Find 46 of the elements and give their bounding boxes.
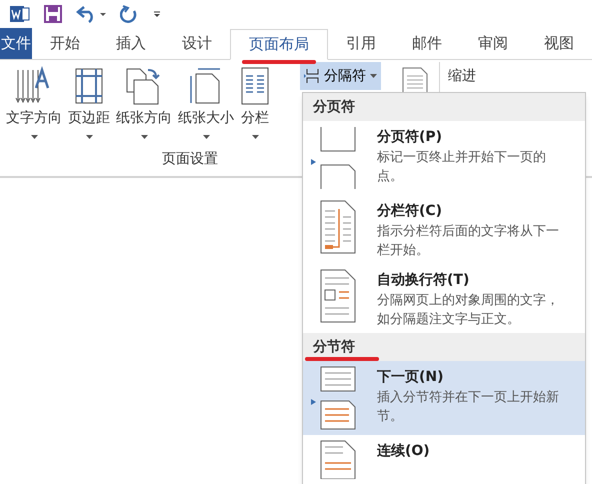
columns-icon xyxy=(240,66,270,106)
menu-item[interactable]: 分页符(P) 标记一页终止并开始下一页的点。 xyxy=(303,121,585,195)
caret-icon xyxy=(252,135,258,139)
menu-section-header: 分节符 xyxy=(303,333,585,361)
caret-icon xyxy=(86,135,92,139)
menu-item-title: 分栏符(C) xyxy=(377,202,444,221)
caret-icon xyxy=(370,74,377,78)
menu-item[interactable]: 下一页(N) 插入分节符并在下一页上开始新节。 xyxy=(303,361,585,435)
ribbon-button[interactable]: 纸张方向 xyxy=(114,66,174,139)
ribbon-tab[interactable]: 审阅 xyxy=(460,28,526,59)
menu-item-description: 分隔网页上的对象周围的文字，如分隔题注文字与正文。 xyxy=(377,292,560,329)
ribbon-tab[interactable]: 邮件 xyxy=(394,28,460,59)
menu-item-description: 标记一页终止并开始下一页的点。 xyxy=(377,149,547,186)
caret-icon xyxy=(202,135,210,139)
menu-section-header: 分页符 xyxy=(303,93,585,121)
ribbon-tab[interactable]: 引用 xyxy=(328,28,394,59)
menu-item[interactable]: 自动换行符(T) 分隔网页上的对象周围的文字，如分隔题注文字与正文。 xyxy=(303,264,585,333)
ribbon-tab[interactable]: 设计 xyxy=(164,28,230,59)
menu-item[interactable]: 连续(O) xyxy=(303,435,585,483)
menu-item-description: 指示分栏符后面的文字将从下一栏开始。 xyxy=(377,223,560,260)
save-icon[interactable] xyxy=(44,5,62,23)
ribbon-button[interactable]: 文字方向 xyxy=(4,66,64,139)
ribbon-tab[interactable]: 开始 xyxy=(32,28,98,59)
ribbon-button[interactable]: 纸张大小 xyxy=(176,66,236,139)
caret-icon xyxy=(30,135,38,139)
redo-icon[interactable] xyxy=(120,5,138,23)
menu-item-title: 分页符(P) xyxy=(377,128,444,147)
caret-icon xyxy=(140,135,148,139)
undo-icon[interactable] xyxy=(76,5,106,23)
menu-item-title: 自动换行符(T) xyxy=(377,271,470,290)
breaks-button[interactable]: 分隔符 xyxy=(300,62,381,90)
menu-item-title: 连续(O) xyxy=(377,442,431,461)
ribbon-tab[interactable]: 插入 xyxy=(98,28,164,59)
menu-item[interactable]: 分栏符(C) 指示分栏符后面的文字将从下一栏开始。 xyxy=(303,195,585,264)
margins-icon xyxy=(73,66,105,106)
ribbon-button[interactable]: 页边距 xyxy=(66,66,112,139)
customize-caret-icon[interactable] xyxy=(152,9,162,19)
ribbon-tab[interactable]: 页面布局 xyxy=(230,29,328,60)
word-logo-icon[interactable] xyxy=(10,4,30,24)
breaks-icon xyxy=(304,68,320,84)
group-label: 页面设置 xyxy=(162,150,218,169)
menu-item-title: 下一页(N) xyxy=(377,368,445,387)
menu-item-description: 插入分节符并在下一页上开始新节。 xyxy=(377,389,560,426)
ribbon-tab[interactable]: 视图 xyxy=(526,28,592,59)
file-tab[interactable]: 文件 xyxy=(0,28,32,59)
ribbon-button[interactable]: 分栏 xyxy=(238,66,272,139)
